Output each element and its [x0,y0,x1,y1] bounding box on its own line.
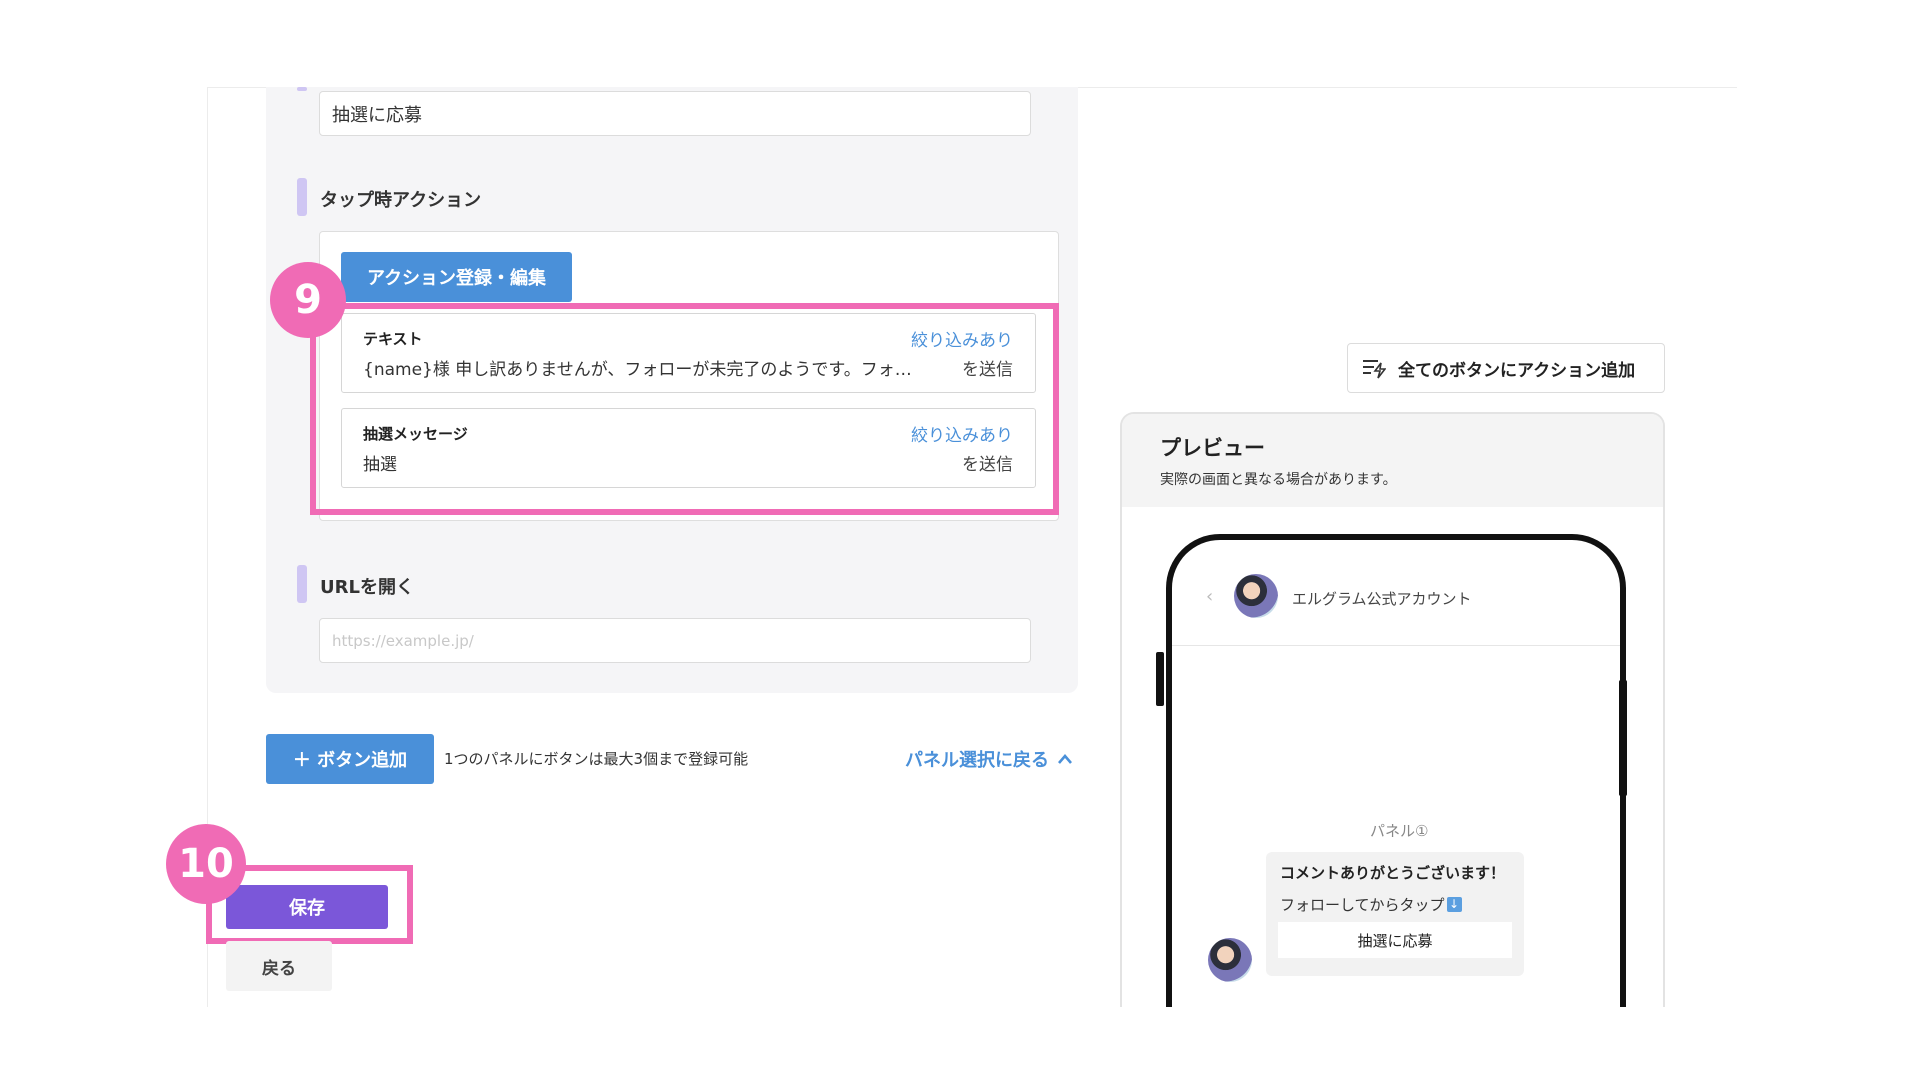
panel-label: パネル① [1370,822,1429,840]
preview-subtitle: 実際の画面と異なる場合があります。 [1160,472,1397,488]
add-action-all-button[interactable]: 全てのボタンにアクション追加 [1347,343,1665,393]
add-button[interactable]: ＋ ボタン追加 [266,734,434,784]
phone-side-button [1619,680,1627,796]
action-edit-button[interactable]: アクション登録・編集 [341,252,572,302]
message-avatar [1208,938,1252,982]
message-action-button[interactable]: 抽選に応募 [1278,922,1512,958]
section-bar [297,178,307,216]
button-label-input[interactable]: 抽選に応募 [319,91,1031,136]
phone-mockup: ‹ エルグラム公式アカウント パネル① コメントありがとうございます！ フォロー… [1166,534,1626,1007]
account-name: エルグラム公式アカウント [1292,590,1472,608]
url-input[interactable]: https://example.jp/ [319,618,1031,663]
preview-title: プレビュー [1160,436,1265,460]
tap-action-title: タップ時アクション [320,190,482,211]
message-subtitle-text: フォローしてからタップ [1280,896,1445,914]
url-title: URLを開く [320,577,414,598]
message-title: コメントありがとうございます！ [1280,864,1506,882]
list-bolt-icon [1363,360,1386,379]
page: 抽選に応募 タップ時アクション アクション登録・編集 テキスト 絞り込みあり {… [0,0,1920,1080]
section-bar [297,565,307,603]
preview-header: プレビュー 実際の画面と異なる場合があります。 [1122,414,1663,507]
arrow-down-icon: ↓ [1446,897,1462,912]
step9-badge: 9 [270,262,346,338]
section-bar [297,87,307,91]
chevron-left-icon: ‹ [1206,586,1214,607]
button-limit-note: 1つのパネルにボタンは最大3個まで登録可能 [444,750,749,768]
preview-panel: プレビュー 実際の画面と異なる場合があります。 ‹ エルグラム公式アカウント パ… [1120,412,1665,1007]
message-subtitle: フォローしてからタップ ↓ [1280,894,1462,915]
account-avatar [1234,574,1278,618]
message-bubble: コメントありがとうございます！ フォローしてからタップ ↓ 抽選に応募 [1266,852,1524,976]
back-to-panel-link[interactable]: パネル選択に戻る [905,746,1073,772]
chat-header: ‹ エルグラム公式アカウント [1172,540,1620,646]
add-action-all-label: 全てのボタンにアクション追加 [1398,360,1636,381]
back-to-panel-label: パネル選択に戻る [905,750,1049,771]
step9-highlight [310,303,1059,515]
chevron-up-icon [1058,754,1072,764]
step10-badge: 10 [166,824,246,904]
phone-side-button [1156,652,1164,706]
save-button[interactable]: 保存 [226,885,388,929]
back-button[interactable]: 戻る [226,941,332,991]
